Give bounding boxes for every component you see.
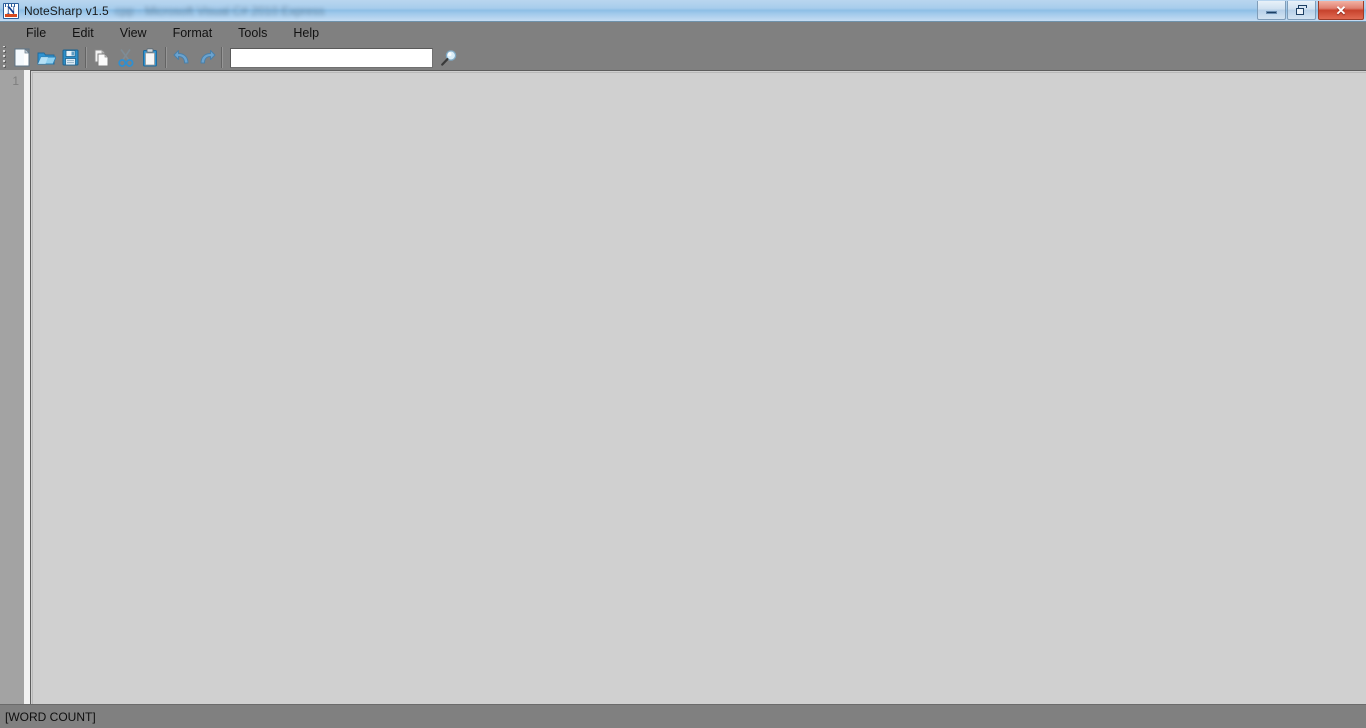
text-editor-content[interactable] [32,72,1366,704]
minimize-icon [1266,11,1277,14]
cut-button[interactable] [114,46,138,69]
notesharp-n-icon [3,2,19,19]
menu-view[interactable]: View [107,24,160,43]
search-input[interactable] [230,47,433,68]
copy-button[interactable] [90,46,114,69]
maximize-restore-button[interactable] [1287,1,1316,20]
window-title: NoteSharp v1.5 [24,3,109,18]
menu-help[interactable]: Help [280,24,332,43]
open-button[interactable] [34,46,58,69]
line-number: 1 [12,74,19,88]
title-bar[interactable]: NoteSharp v1.5 cpp - Microsoft Visual C#… [0,0,1366,22]
paste-clipboard-icon [142,48,157,67]
window-title-blurred-suffix: cpp - Microsoft Visual C# 2010 Express [114,3,325,18]
text-editor[interactable] [30,70,1366,704]
menu-tools[interactable]: Tools [225,24,280,43]
redo-button[interactable] [194,46,218,69]
window-controls: ✕ [1257,0,1366,21]
new-button[interactable] [10,46,34,69]
save-floppy-icon [62,49,78,66]
open-folder-icon [36,52,56,64]
menu-format[interactable]: Format [160,24,226,43]
toolbar-separator-3 [221,47,223,68]
search-button[interactable] [436,46,462,69]
magnifier-icon [441,49,457,66]
close-button[interactable]: ✕ [1318,1,1364,20]
close-icon: ✕ [1335,2,1347,18]
search-area [230,46,462,69]
cut-scissors-icon [118,49,134,67]
toolbar-separator-1 [85,47,87,68]
copy-icon [94,48,109,66]
restore-icon [1296,5,1307,15]
toolbar [0,45,1366,70]
application-window: NoteSharp v1.5 cpp - Microsoft Visual C#… [0,0,1366,728]
paste-button[interactable] [138,46,162,69]
minimize-button[interactable] [1257,1,1286,20]
toolbar-separator-2 [165,47,167,68]
status-bar: [WORD COUNT] [0,704,1366,728]
line-number-gutter: 1 [0,70,24,704]
new-document-icon [14,48,30,67]
redo-arrow-icon [200,50,215,64]
menu-file[interactable]: File [13,24,59,43]
toolbar-grip-handle[interactable] [1,46,8,69]
menu-bar: File Edit View Format Tools Help [0,22,1366,45]
save-button[interactable] [58,46,82,69]
undo-button[interactable] [170,46,194,69]
word-count-status: [WORD COUNT] [5,709,96,724]
undo-arrow-icon [173,50,188,64]
menu-edit[interactable]: Edit [59,24,107,43]
